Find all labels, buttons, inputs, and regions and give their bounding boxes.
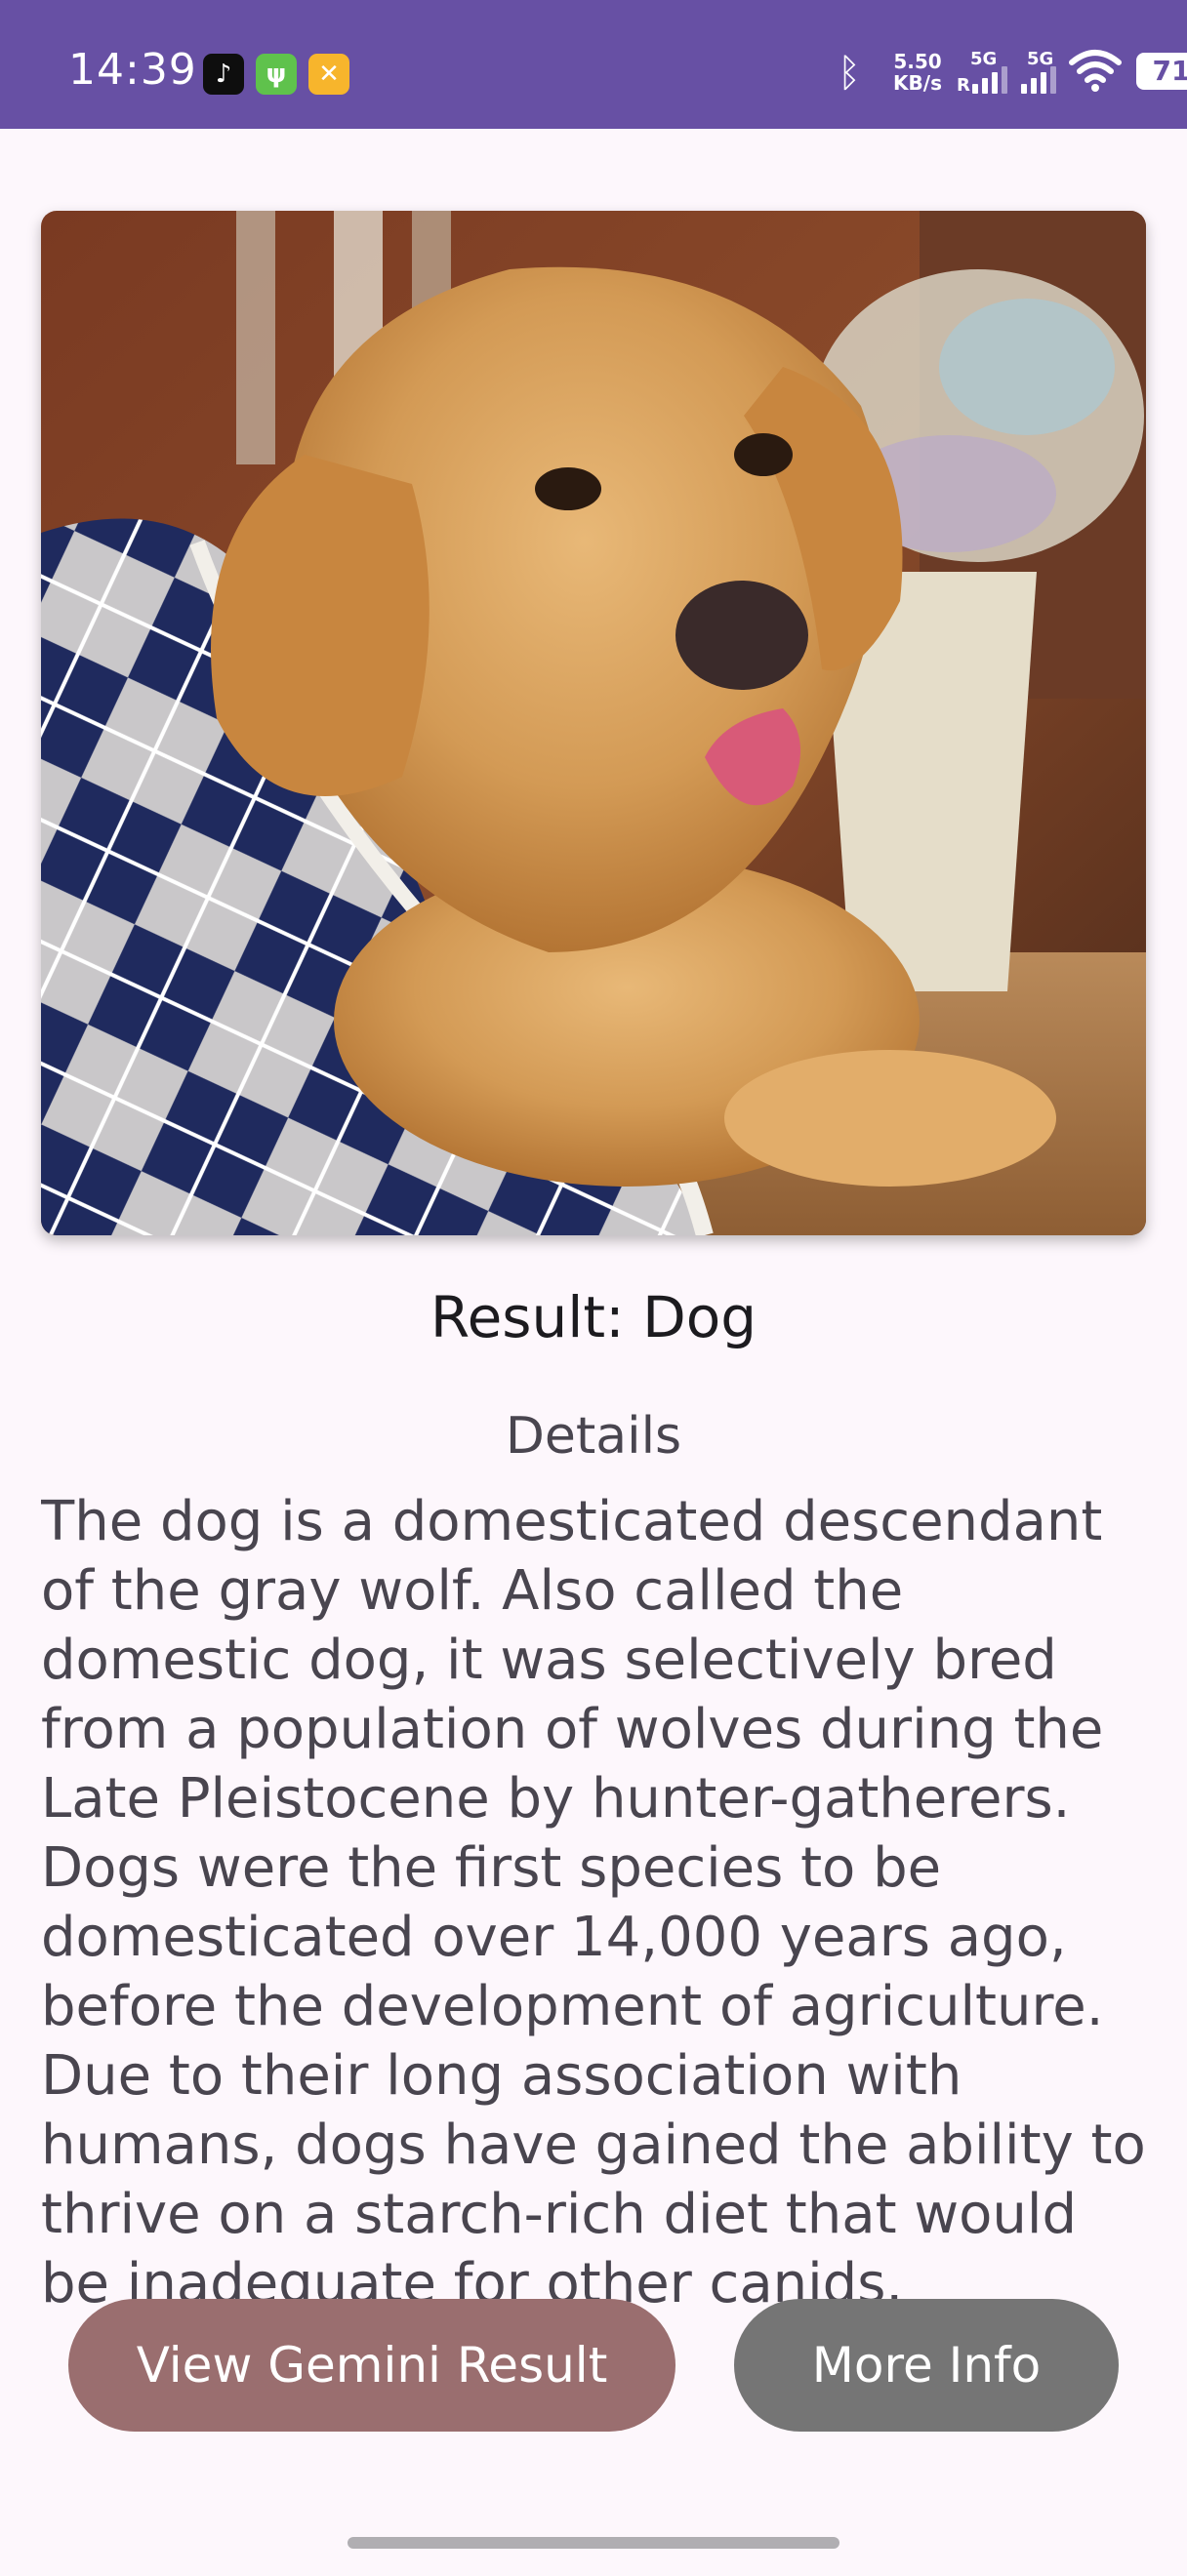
network-speed-unit: KB/s xyxy=(893,71,942,95)
battery-icon: 71 xyxy=(1136,53,1187,90)
details-text[interactable]: The dog is a domesticated descendant of … xyxy=(41,1487,1154,2303)
details-heading: Details xyxy=(505,1407,682,1466)
status-time: 14:39 xyxy=(68,45,197,95)
tools-icon: ✕ xyxy=(308,54,349,95)
view-gemini-result-button[interactable]: View Gemini Result xyxy=(68,2299,675,2432)
usb-icon: ψ xyxy=(256,54,297,95)
home-indicator[interactable] xyxy=(348,2537,839,2549)
more-info-button[interactable]: More Info xyxy=(734,2299,1119,2432)
wifi-icon xyxy=(1069,50,1122,92)
network-speed: 5.50 KB/s xyxy=(883,51,952,94)
tiktok-icon: ♪ xyxy=(203,54,244,95)
signal-icon: 5G R xyxy=(957,49,1013,96)
bluetooth-icon: ᛒ xyxy=(838,51,861,96)
status-bar: 14:39 ♪ ψ ✕ ᛒ 5.50 KB/s 5G R 5G 71 xyxy=(0,0,1187,129)
roaming-indicator: R xyxy=(957,75,970,96)
result-title: Result: Dog xyxy=(430,1284,757,1350)
dog-photo-image xyxy=(41,211,1146,1235)
signal-icon: 5G xyxy=(1013,49,1070,96)
network-speed-value: 5.50 xyxy=(893,50,942,73)
dog-photo xyxy=(41,211,1146,1235)
battery-level: 71 xyxy=(1152,55,1187,87)
